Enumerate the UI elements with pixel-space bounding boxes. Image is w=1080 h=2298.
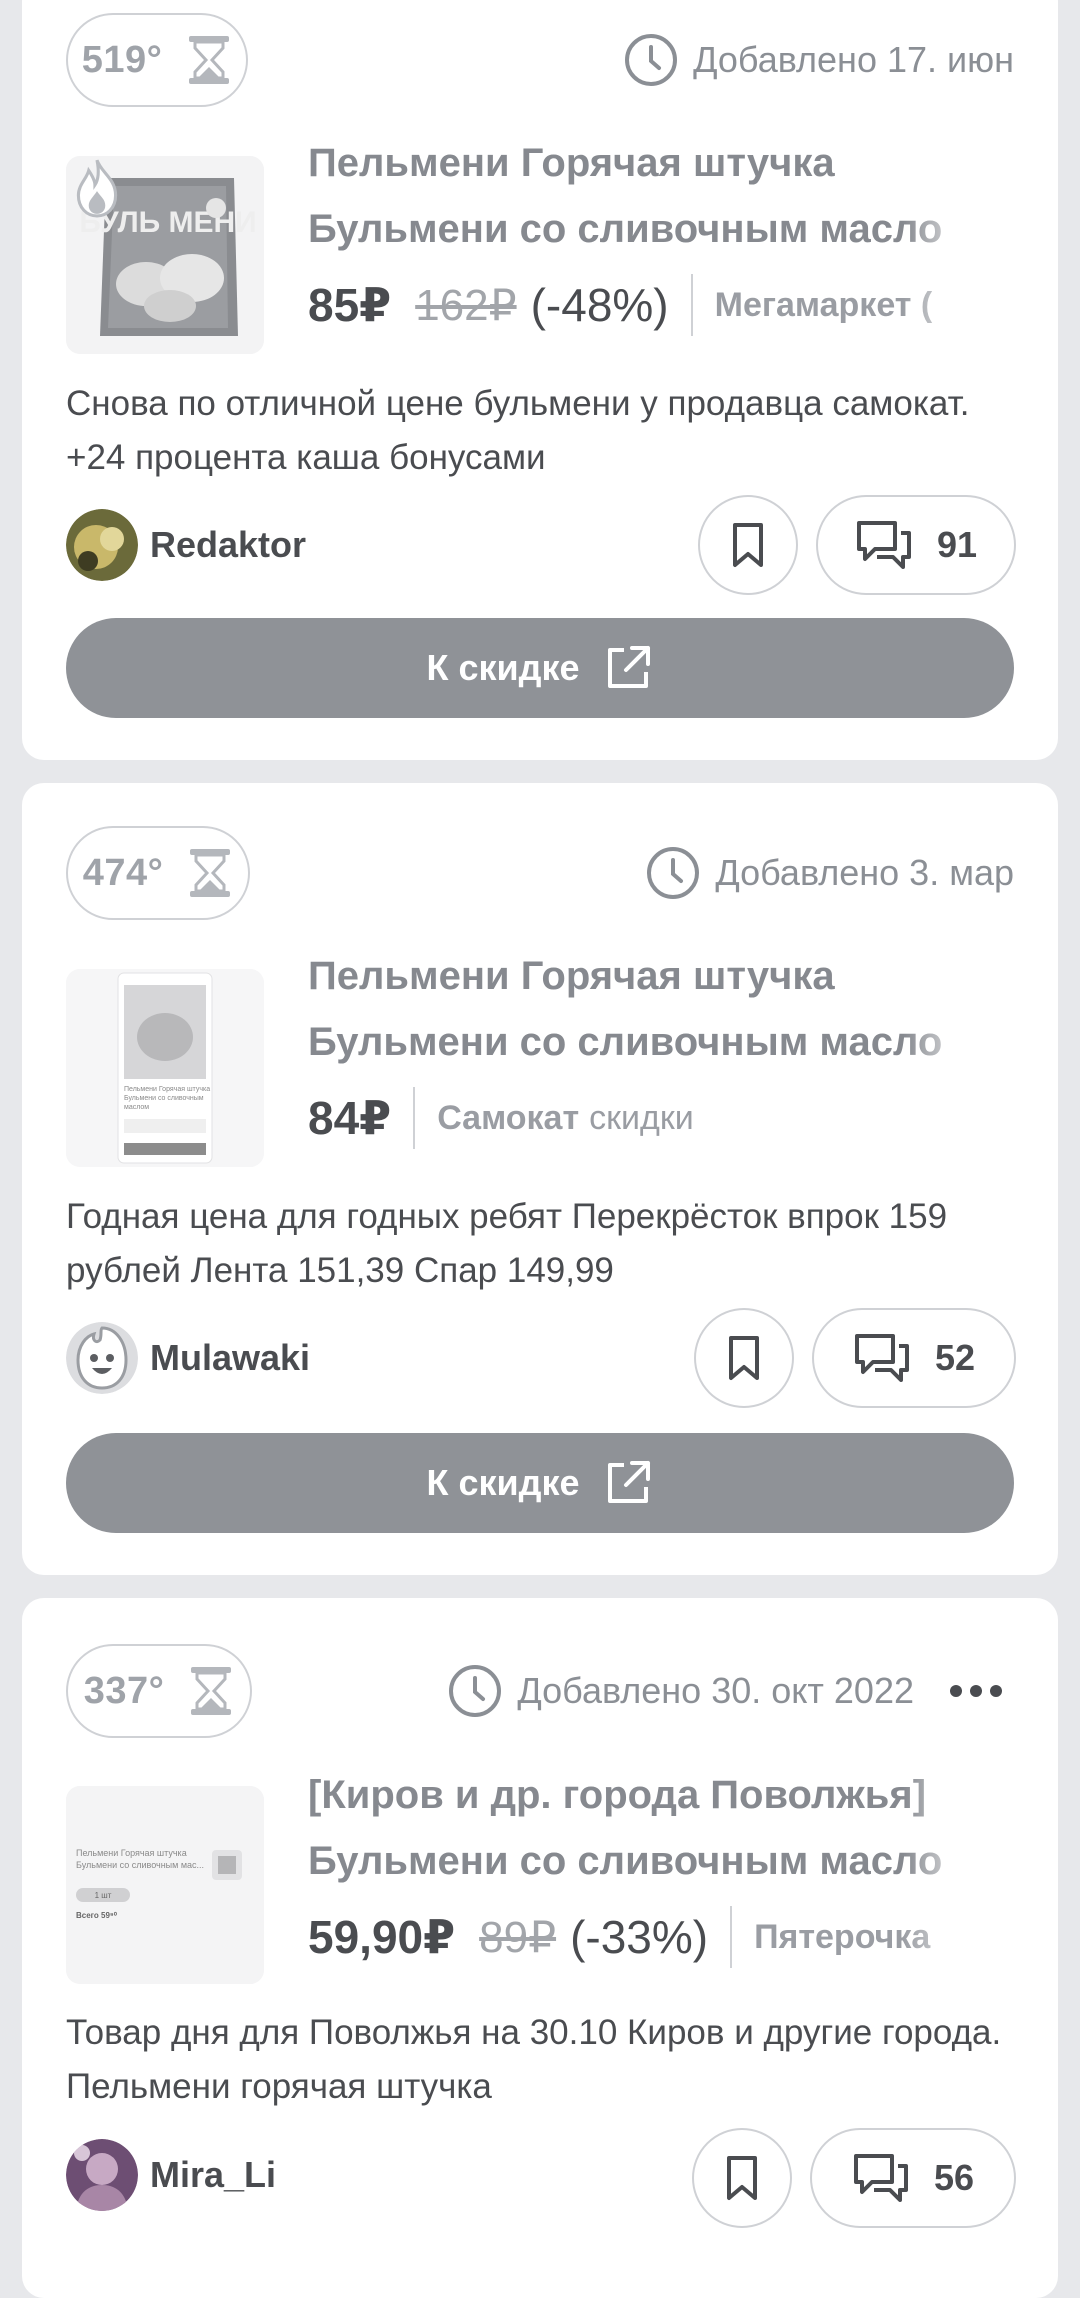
user[interactable]: Redaktor: [66, 508, 306, 582]
comments-button[interactable]: 52: [812, 1308, 1016, 1408]
shop-category: скидки: [589, 1098, 694, 1137]
shop-name[interactable]: Мегамаркет (: [715, 286, 933, 325]
clock-icon: [647, 847, 700, 899]
avatar: [66, 509, 138, 581]
deal-description: Товар дня для Поволжья на 30.10 Киров и …: [66, 2013, 1002, 2106]
username: Mulawaki: [150, 1337, 311, 1378]
deal-image[interactable]: Пельмени Горячая штучка Бульмени со слив…: [66, 969, 264, 1167]
added-date-text: Добавлено 17. июн: [693, 39, 1014, 80]
comment-count: 52: [934, 1337, 976, 1378]
bookmark-button[interactable]: [692, 2128, 792, 2228]
temperature-badge[interactable]: 337°: [66, 1644, 252, 1738]
temperature-value: 474°: [82, 851, 164, 894]
external-link-icon: [607, 1461, 650, 1503]
deal-title[interactable]: Пельмени Горячая штучка Бульмени со слив…: [308, 943, 984, 1075]
price-row: 85₽ 162₽ (-48%) Мегамаркет (: [308, 270, 984, 340]
avatar: [66, 1322, 138, 1394]
discount: (-33%): [570, 1911, 709, 1963]
clock-icon: [449, 1665, 502, 1717]
bookmark-button[interactable]: [698, 495, 798, 595]
go-to-deal-label: К скидке: [426, 647, 580, 688]
added-date-text: Добавлено 3. мар: [715, 852, 1014, 893]
price: 84₽: [308, 1092, 392, 1144]
bookmark-icon: [727, 2156, 757, 2200]
external-link-icon: [607, 646, 650, 688]
price-row: 84₽ Самокат скидки: [308, 1083, 984, 1153]
more-dots-icon[interactable]: [950, 1681, 1002, 1701]
clock-icon: [625, 34, 678, 86]
comment-count: 56: [933, 2157, 975, 2198]
bookmark-icon: [733, 523, 763, 567]
comment-count: 91: [936, 524, 978, 565]
username: Redaktor: [150, 524, 307, 565]
deal-card[interactable]: 337° Добавлено 30. окт 2022 Пельмени Гор…: [22, 1598, 1058, 2298]
shop-name[interactable]: Пятерочка: [754, 1918, 930, 1957]
screen-qty: 1 шт: [95, 1891, 112, 1900]
deal-title-line2: Бульмени со сливочным масло: [308, 1839, 943, 1883]
deal-description: Годная цена для годных ребят Перекрёсток…: [66, 1197, 948, 1290]
price: 59,90₽: [308, 1911, 456, 1963]
go-to-deal-button[interactable]: К скидке: [66, 618, 1014, 718]
added-date: Добавлено 3. мар: [645, 826, 1014, 920]
price: 85₽: [308, 279, 392, 331]
shop-name[interactable]: Самокат скидки: [437, 1099, 694, 1138]
added-date-text: Добавлено 30. окт 2022: [517, 1670, 914, 1711]
comments-button[interactable]: 56: [810, 2128, 1016, 2228]
divider: [413, 1087, 416, 1149]
old-price: 89₽: [479, 1912, 557, 1962]
temperature-badge[interactable]: 474°: [66, 826, 250, 920]
screen-text-line3: маслом: [124, 1104, 149, 1111]
app-screenshot-image: Пельмени Горячая штучка Бульмени со слив…: [66, 1786, 264, 1984]
old-price: 162₽: [415, 280, 517, 330]
user[interactable]: Mulawaki: [66, 1321, 310, 1395]
deal-title-line1: Пельмени Горячая штучка: [308, 141, 835, 185]
username: Mira_Li: [150, 2154, 277, 2195]
avatar: [66, 2139, 138, 2211]
deal-title-line1: [Киров и др. города Поволжья]: [308, 1773, 927, 1817]
temperature-value: 519°: [81, 38, 163, 81]
added-date: Добавлено 30. окт 2022: [447, 1644, 914, 1738]
deal-title[interactable]: Пельмени Горячая штучка Бульмени со слив…: [308, 130, 984, 262]
user[interactable]: Mira_Li: [66, 2138, 276, 2212]
screen-total: Всего 59⁹⁰: [76, 1911, 118, 1920]
deal-card[interactable]: 519° Добавлено 17. июн БУЛЬ МЕНИ Пельмен…: [22, 0, 1058, 760]
shop-name-text: Самокат: [437, 1098, 580, 1137]
deal-title[interactable]: [Киров и др. города Поволжья] Бульмени с…: [308, 1762, 984, 1894]
deal-title-line2: Бульмени со сливочным масло: [308, 1020, 943, 1064]
discount: (-48%): [530, 279, 669, 331]
screen-text-line2: Бульмени со сливочным мас...: [76, 1860, 204, 1870]
deal-image[interactable]: Пельмени Горячая штучка Бульмени со слив…: [66, 1786, 264, 1984]
screen-text-line1: Пельмени Горячая штучка: [124, 1086, 210, 1093]
comments-icon: [856, 521, 911, 569]
comments-button[interactable]: 91: [816, 495, 1016, 595]
screen-text-line2: Бульмени со сливочным: [124, 1095, 204, 1102]
comments-icon: [853, 2154, 908, 2202]
bookmark-button[interactable]: [694, 1308, 794, 1408]
divider: [730, 1906, 733, 1968]
deal-title-line1: Пельмени Горячая штучка: [308, 954, 835, 998]
hourglass-icon: [190, 849, 231, 897]
hourglass-icon: [189, 36, 230, 84]
go-to-deal-label: К скидке: [426, 1462, 580, 1503]
comments-icon: [854, 1334, 909, 1382]
temperature-value: 337°: [83, 1669, 165, 1712]
deal-card[interactable]: 474° Добавлено 3. мар Пельмени Горячая ш…: [22, 783, 1058, 1575]
app-screenshot-image: Пельмени Горячая штучка Бульмени со слив…: [66, 969, 264, 1167]
price-row: 59,90₽ 89₽ (-33%) Пятерочка: [308, 1902, 984, 1972]
go-to-deal-button[interactable]: К скидке: [66, 1433, 1014, 1533]
added-date: Добавлено 17. июн: [623, 13, 1014, 107]
hourglass-icon: [191, 1667, 232, 1715]
deal-title-line2: Бульмени со сливочным масло: [308, 207, 943, 251]
temperature-badge[interactable]: 519°: [66, 13, 248, 107]
bookmark-icon: [729, 1336, 759, 1380]
screen-text-line1: Пельмени Горячая штучка: [76, 1848, 187, 1858]
flame-icon: [76, 159, 118, 218]
divider: [690, 274, 693, 336]
deal-description: Снова по отличной цене бульмени у продав…: [66, 384, 970, 477]
